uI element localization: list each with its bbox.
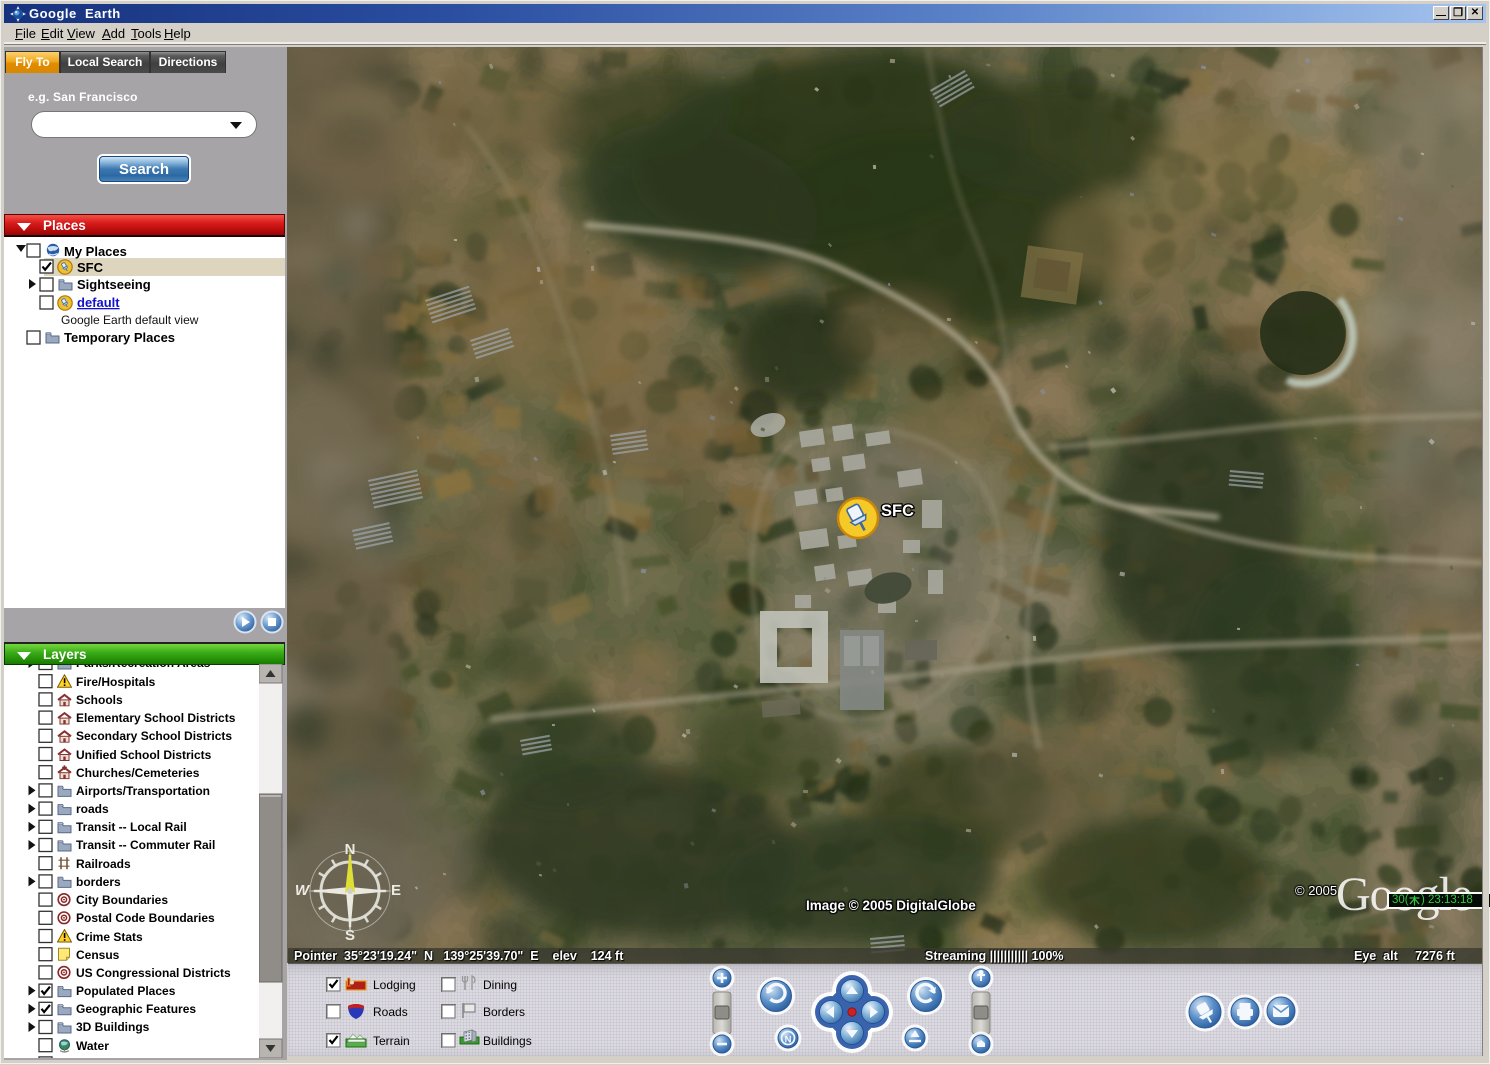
svg-text:Transit -- Local Rail: Transit -- Local Rail [76,820,187,834]
svg-text:Temporary Places: Temporary Places [64,330,175,345]
svg-text:SFC: SFC [881,502,914,520]
svg-text:N: N [785,1035,792,1046]
svg-text:default: default [77,295,120,310]
svg-text:Google Earth default view: Google Earth default view [61,313,199,327]
svg-text:Schools: Schools [76,693,123,707]
svg-text:borders: borders [76,875,121,889]
svg-text:Populated Places: Populated Places [76,984,176,998]
svg-text:Sightseeing: Sightseeing [77,277,151,292]
svg-text:SFC: SFC [77,260,104,275]
svg-text:roads: roads [76,802,109,816]
svg-text:US Congressional Districts: US Congressional Districts [76,966,231,980]
svg-text:3D Buildings: 3D Buildings [76,1020,150,1034]
svg-text:Earthquakes: Earthquakes [76,1057,148,1058]
svg-text:Airports/Transportation: Airports/Transportation [76,784,210,798]
svg-text:Fire/Hospitals: Fire/Hospitals [76,675,156,689]
svg-text:N: N [345,841,356,858]
svg-text:E: E [391,882,401,899]
svg-text:Census: Census [76,948,120,962]
svg-text:W: W [295,882,311,899]
svg-text:Geographic Features: Geographic Features [76,1002,196,1016]
svg-text:Transit -- Commuter Rail: Transit -- Commuter Rail [76,838,215,852]
svg-text:S: S [345,927,355,944]
svg-text:Parks/Recreation Areas: Parks/Recreation Areas [76,665,211,670]
svg-text:Railroads: Railroads [76,857,131,871]
svg-text:My Places: My Places [64,244,127,259]
svg-text:City Boundaries: City Boundaries [76,893,168,907]
svg-text:Water: Water [76,1039,109,1053]
svg-text:Churches/Cemeteries: Churches/Cemeteries [76,766,200,780]
svg-text:Unified School Districts: Unified School Districts [76,748,212,762]
svg-text:Secondary School Districts: Secondary School Districts [76,729,232,743]
svg-text:Crime Stats: Crime Stats [76,930,143,944]
svg-text:Postal Code Boundaries: Postal Code Boundaries [76,911,215,925]
svg-text:Elementary School Districts: Elementary School Districts [76,711,236,725]
